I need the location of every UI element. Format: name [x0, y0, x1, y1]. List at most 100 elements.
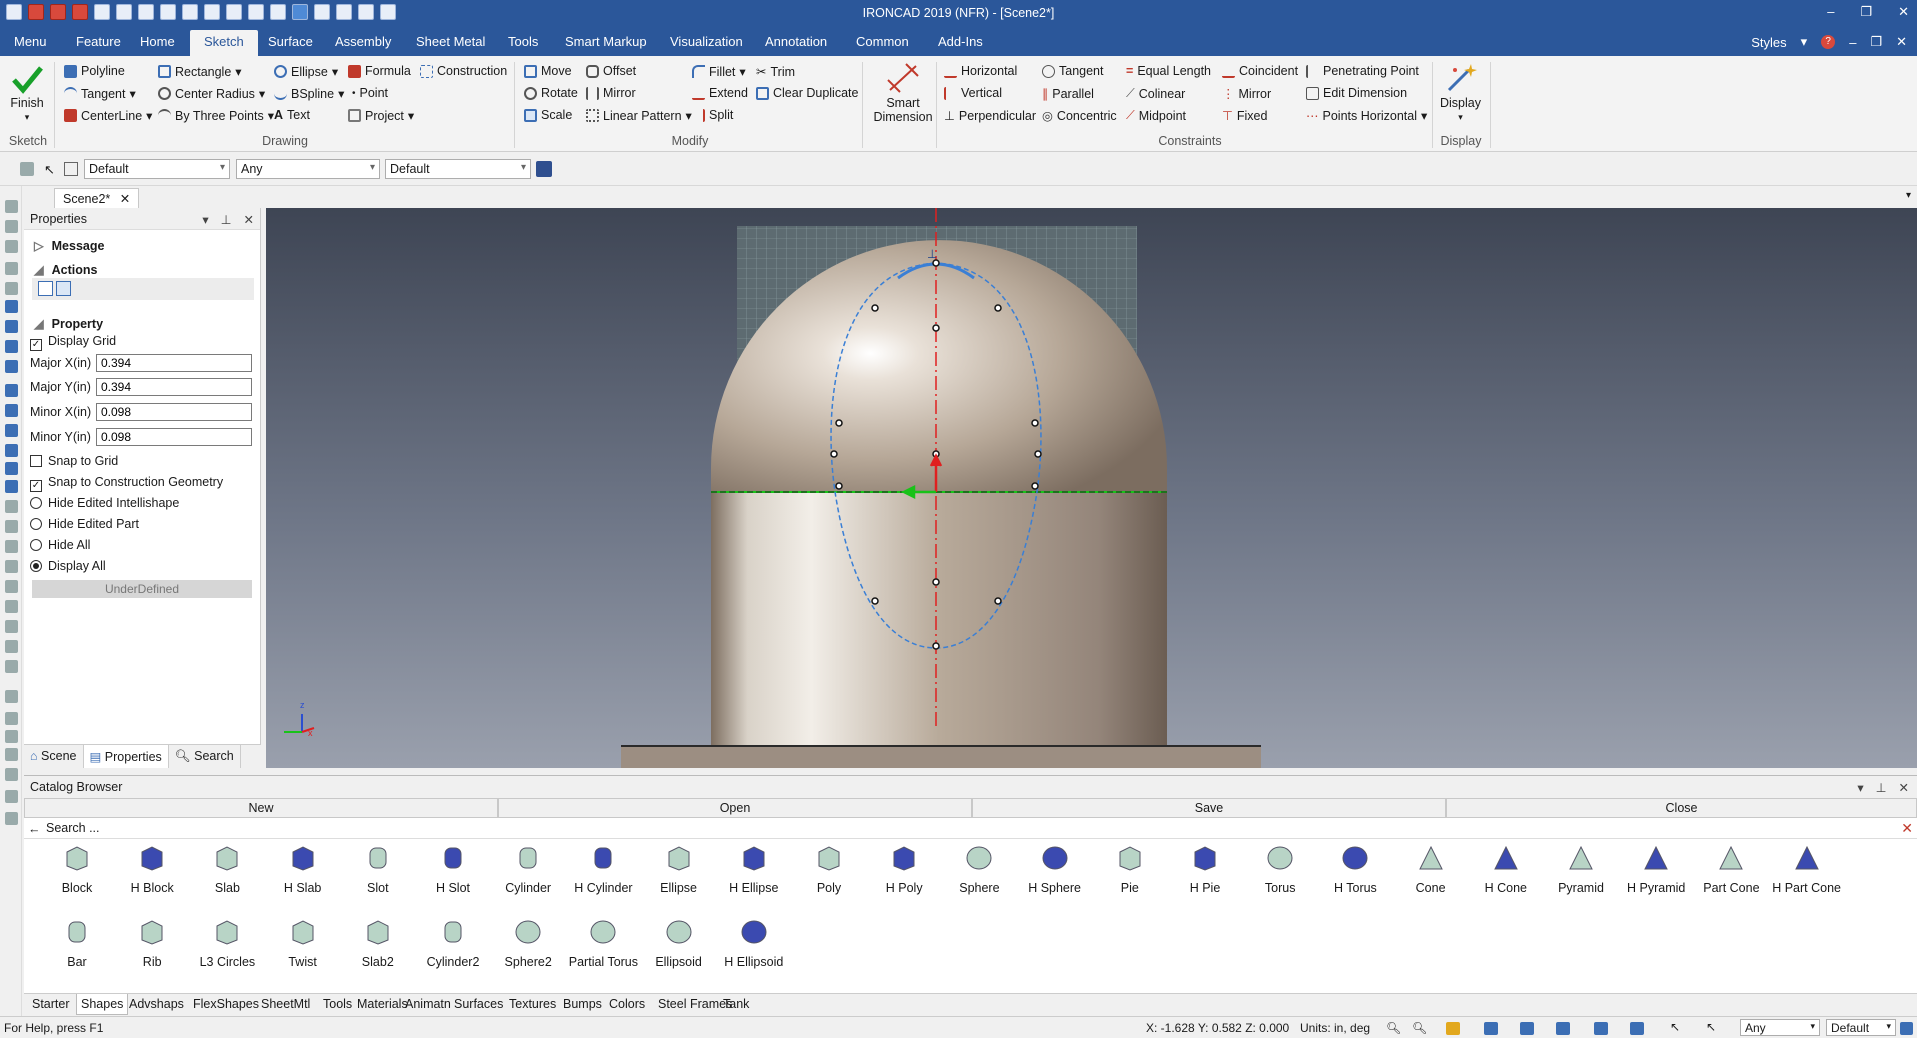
- minimize-icon[interactable]: –: [1827, 4, 1834, 20]
- left-tool-icon[interactable]: [5, 200, 18, 213]
- center-radius-button[interactable]: Center Radius ▾: [158, 86, 265, 101]
- minor-y-field[interactable]: [96, 428, 252, 446]
- vertical-constraint[interactable]: Vertical: [944, 86, 1002, 100]
- points-horizontal-constraint[interactable]: ⋯ Points Horizontal ▾: [1306, 108, 1427, 124]
- shape-pie[interactable]: Pie: [1093, 844, 1167, 895]
- polyline-button[interactable]: Polyline: [64, 64, 125, 78]
- construction-button[interactable]: Construction: [420, 64, 507, 78]
- smart-dimension-button[interactable]: Smart Dimension: [868, 62, 938, 124]
- left-tool-icon[interactable]: [5, 320, 18, 333]
- shape-cylinder[interactable]: Cylinder: [491, 844, 565, 895]
- offset-button[interactable]: Offset: [586, 64, 636, 78]
- parallel-constraint[interactable]: ∥ Parallel: [1042, 86, 1094, 102]
- shape-slab[interactable]: Slab: [190, 844, 264, 895]
- left-tool-icon[interactable]: [5, 540, 18, 553]
- left-tool-icon[interactable]: [5, 462, 18, 475]
- select-icon[interactable]: [64, 162, 78, 176]
- left-tool-icon[interactable]: [5, 580, 18, 593]
- radio-display-all[interactable]: Display All: [30, 559, 106, 573]
- shape-h-torus[interactable]: H Torus: [1318, 844, 1392, 895]
- tab-properties[interactable]: ▤ Properties: [83, 745, 169, 768]
- equal-length-constraint[interactable]: = Equal Length: [1126, 64, 1211, 78]
- actions-section[interactable]: ◢ Actions: [34, 262, 97, 277]
- shape-torus[interactable]: Torus: [1243, 844, 1317, 895]
- close-icon[interactable]: ✕: [1898, 4, 1909, 20]
- tab-tools[interactable]: Tools: [508, 34, 538, 49]
- selection-filter-combo[interactable]: Any: [236, 159, 380, 179]
- shape-cone[interactable]: Cone: [1394, 844, 1468, 895]
- catalog-close-button[interactable]: Close: [1446, 798, 1917, 818]
- light-icon[interactable]: [1630, 1022, 1644, 1035]
- property-section[interactable]: ◢ Property: [34, 316, 103, 331]
- shape-rib[interactable]: Rib: [115, 918, 189, 969]
- restore-doc-icon[interactable]: ❐: [1870, 34, 1882, 50]
- left-tool-icon[interactable]: [5, 300, 18, 313]
- fillet-button[interactable]: Fillet ▾: [692, 64, 746, 79]
- dropdown-icon[interactable]: ▾: [1857, 780, 1863, 795]
- left-tool-icon[interactable]: [5, 262, 18, 275]
- ellipse-button[interactable]: Ellipse ▾: [274, 64, 338, 79]
- cursor-icon[interactable]: ↖: [44, 162, 55, 178]
- major-y-field[interactable]: [96, 378, 252, 396]
- catalog-tab-surfaces[interactable]: Surfaces: [454, 997, 503, 1011]
- help-icon[interactable]: ?: [1821, 35, 1836, 49]
- rectangle-button[interactable]: Rectangle ▾: [158, 64, 242, 79]
- catalog-tab-textures[interactable]: Textures: [509, 997, 556, 1011]
- tab-scene2[interactable]: Scene2* ✕: [54, 188, 140, 208]
- radio-hide-all[interactable]: Hide All: [30, 538, 90, 552]
- tab-add-ins[interactable]: Add-Ins: [938, 34, 983, 49]
- snap-construction-checkbox[interactable]: ✓ Snap to Construction Geometry: [30, 475, 223, 492]
- concentric-constraint[interactable]: ◎ Concentric: [1042, 108, 1117, 124]
- snap-grid-checkbox[interactable]: Snap to Grid: [30, 454, 118, 468]
- left-tool-icon[interactable]: [5, 424, 18, 437]
- left-tool-icon[interactable]: [5, 790, 18, 803]
- finish-button[interactable]: Finish ▾: [10, 64, 44, 123]
- tab-sketch[interactable]: Sketch: [190, 30, 258, 56]
- catalog-new-button[interactable]: New: [24, 798, 498, 818]
- catalog-save-button[interactable]: Save: [972, 798, 1446, 818]
- shape-h-block[interactable]: H Block: [115, 844, 189, 895]
- shape-l3-circles[interactable]: L3 Circles: [190, 918, 264, 969]
- pin-icon[interactable]: ⊥: [1876, 780, 1887, 795]
- move-button[interactable]: Move: [524, 64, 572, 78]
- close-tab-icon[interactable]: ✕: [120, 192, 130, 206]
- select-arrow-icon[interactable]: ↖: [1670, 1020, 1680, 1034]
- catalog-tab-colors[interactable]: Colors: [609, 997, 645, 1011]
- shape-slab2[interactable]: Slab2: [341, 918, 415, 969]
- shape-h-pie[interactable]: H Pie: [1168, 844, 1242, 895]
- shape-h-slot[interactable]: H Slot: [416, 844, 490, 895]
- radio-hide-edited-part[interactable]: Hide Edited Part: [30, 517, 139, 531]
- left-tool-icon[interactable]: [5, 690, 18, 703]
- shape-block[interactable]: Block: [40, 844, 114, 895]
- shape-h-ellipse[interactable]: H Ellipse: [717, 844, 791, 895]
- shape-partial-torus[interactable]: Partial Torus: [566, 918, 640, 969]
- left-tool-icon[interactable]: [5, 748, 18, 761]
- status-filter-combo[interactable]: Any ▾: [1740, 1019, 1820, 1036]
- left-tool-icon[interactable]: [5, 220, 18, 233]
- left-tool-icon[interactable]: [5, 520, 18, 533]
- shape-slot[interactable]: Slot: [341, 844, 415, 895]
- radio-hide-edited-intellishape[interactable]: Hide Edited Intellishape: [30, 496, 179, 510]
- shape-h-cone[interactable]: H Cone: [1469, 844, 1543, 895]
- left-tool-icon[interactable]: [5, 620, 18, 633]
- tab-smart-markup[interactable]: Smart Markup: [565, 34, 647, 49]
- left-tool-icon[interactable]: [5, 560, 18, 573]
- catalog-tab-advshaps[interactable]: Advshaps: [129, 997, 184, 1011]
- 3d-viewport[interactable]: ⊥ z x: [266, 208, 1917, 768]
- catalog-tab-starter[interactable]: Starter: [32, 997, 70, 1011]
- left-tool-icon[interactable]: [5, 712, 18, 725]
- catalog-tab-animatn[interactable]: Animatn: [405, 997, 451, 1011]
- shape-ellipsoid[interactable]: Ellipsoid: [642, 918, 716, 969]
- close-icon[interactable]: ✕: [1899, 780, 1909, 795]
- scale-button[interactable]: Scale: [524, 108, 572, 122]
- left-tool-icon[interactable]: [5, 360, 18, 373]
- layer-combo[interactable]: Default: [84, 159, 230, 179]
- left-tool-icon[interactable]: [5, 340, 18, 353]
- left-tool-icon[interactable]: [5, 600, 18, 613]
- tab-common[interactable]: Common: [856, 34, 909, 49]
- shape-twist[interactable]: Twist: [266, 918, 340, 969]
- section-icon[interactable]: [1594, 1022, 1608, 1035]
- tab-annotation[interactable]: Annotation: [765, 34, 827, 49]
- tab-dropdown-icon[interactable]: ▾: [1906, 190, 1911, 201]
- left-tool-icon[interactable]: [5, 240, 18, 253]
